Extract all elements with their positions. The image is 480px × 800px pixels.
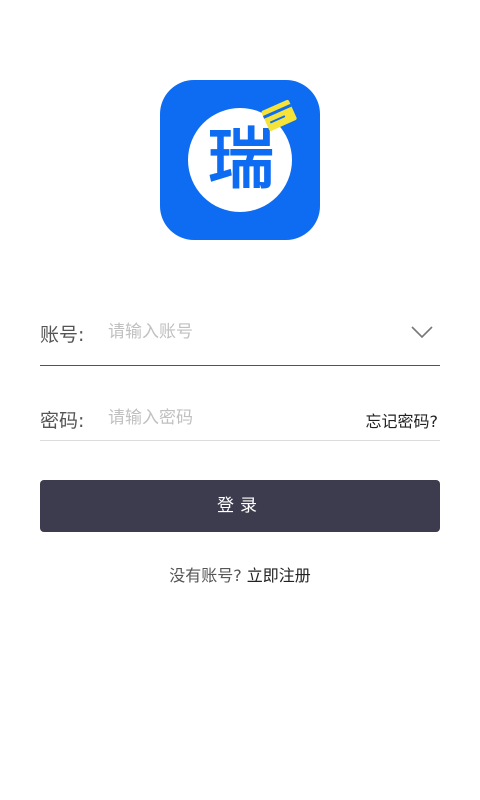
app-logo: 瑞 — [160, 80, 320, 240]
account-label: 账号: — [40, 324, 85, 346]
account-field: 账号: — [40, 300, 440, 366]
chevron-down-icon[interactable] — [410, 324, 434, 340]
register-prompt: 没有账号? 立即注册 — [0, 562, 480, 586]
password-field: 密码: 忘记密码? — [40, 390, 440, 441]
account-input[interactable] — [108, 320, 388, 344]
card-icon — [261, 99, 297, 131]
login-button[interactable]: 登录 — [40, 480, 440, 532]
password-input[interactable] — [108, 406, 328, 430]
password-label: 密码: — [40, 410, 85, 432]
forgot-password-link[interactable]: 忘记密码? — [366, 408, 439, 432]
register-link[interactable]: 立即注册 — [247, 566, 311, 585]
register-prompt-text: 没有账号? — [169, 566, 247, 585]
